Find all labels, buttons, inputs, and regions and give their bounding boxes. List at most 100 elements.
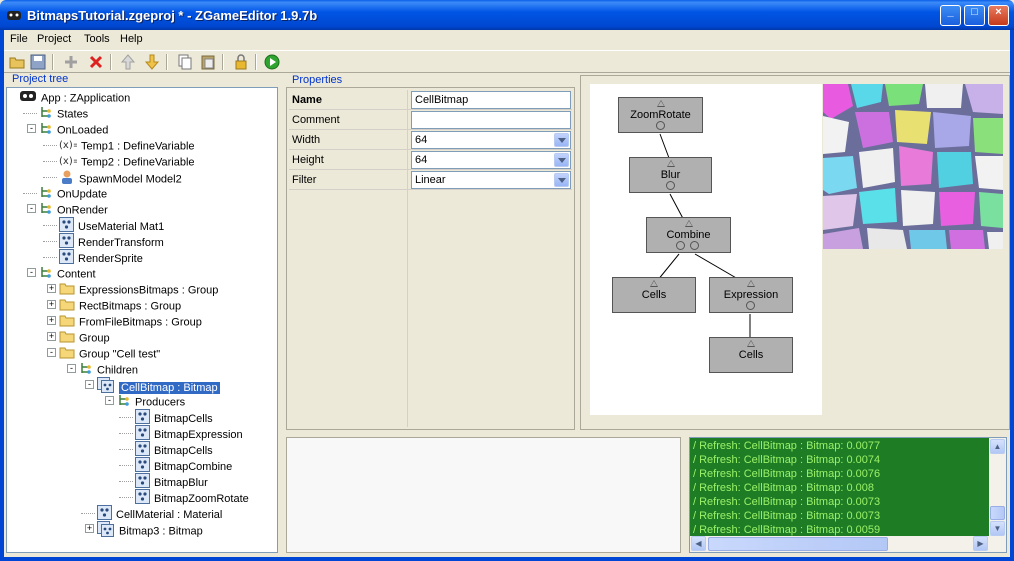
tree-item[interactable]: OnLoaded bbox=[39, 121, 108, 137]
property-name: Comment bbox=[292, 114, 340, 126]
minimize-button[interactable]: _ bbox=[940, 5, 961, 26]
tree-item[interactable]: BitmapExpression bbox=[135, 425, 243, 441]
input-port-icon bbox=[650, 280, 658, 287]
list-icon bbox=[39, 121, 53, 140]
collapse-icon[interactable]: - bbox=[27, 204, 36, 213]
property-name: Height bbox=[292, 154, 324, 166]
tree-item[interactable]: Bitmap3 : Bitmap bbox=[97, 521, 203, 538]
property-combo[interactable]: 64 bbox=[411, 131, 571, 149]
collapse-icon[interactable]: - bbox=[85, 380, 94, 389]
node-zoomrotate[interactable]: ZoomRotate bbox=[618, 97, 703, 133]
tree-item[interactable]: App : ZApplication bbox=[19, 89, 130, 105]
tree-item[interactable]: Children bbox=[79, 361, 138, 377]
add-icon[interactable] bbox=[62, 53, 80, 71]
close-button[interactable]: × bbox=[988, 5, 1009, 26]
tree-item[interactable]: BitmapBlur bbox=[135, 473, 208, 489]
property-row: Comment bbox=[289, 110, 572, 130]
run-icon[interactable] bbox=[263, 53, 281, 71]
scroll-right-button[interactable]: ▶ bbox=[973, 536, 988, 551]
title-bar[interactable]: BitmapsTutorial.zgeproj * - ZGameEditor … bbox=[0, 0, 1014, 30]
log-horizontal-scrollbar[interactable]: ◀ ▶ bbox=[690, 536, 1006, 552]
tree-item[interactable]: BitmapCells bbox=[135, 441, 213, 457]
tree-item[interactable]: UseMaterial Mat1 bbox=[59, 217, 164, 233]
input-port-icon bbox=[684, 220, 693, 227]
collapse-icon[interactable]: - bbox=[105, 396, 114, 405]
tree-item[interactable]: CellBitmap : Bitmap bbox=[97, 377, 220, 394]
chevron-down-icon[interactable] bbox=[554, 173, 569, 187]
menu-help[interactable]: Help bbox=[120, 33, 143, 45]
move-up-icon[interactable] bbox=[119, 53, 137, 71]
copy-icon[interactable] bbox=[176, 53, 194, 71]
node-cells-2[interactable]: Cells bbox=[709, 337, 793, 373]
property-row: Height 64 bbox=[289, 150, 572, 170]
node-expression[interactable]: Expression bbox=[709, 277, 793, 313]
tree-item[interactable]: RenderTransform bbox=[59, 233, 164, 249]
project-tree[interactable]: App : ZApplication States OnLoaded - (x)= Tem… bbox=[6, 87, 278, 553]
svg-text:(x)=: (x)= bbox=[59, 156, 77, 167]
log-panel[interactable]: ▲ ▼ ◀ ▶ / Refresh: CellBitmap : Bitmap: … bbox=[689, 437, 1007, 553]
property-combo[interactable]: Linear bbox=[411, 171, 571, 189]
save-icon[interactable] bbox=[29, 53, 47, 71]
property-input[interactable] bbox=[411, 111, 571, 129]
expand-icon[interactable]: + bbox=[47, 332, 56, 341]
property-combo[interactable]: 64 bbox=[411, 151, 571, 169]
scroll-left-button[interactable]: ◀ bbox=[691, 536, 706, 551]
tree-item[interactable]: RectBitmaps : Group bbox=[59, 297, 181, 313]
tree-item[interactable]: Group bbox=[59, 329, 110, 345]
expand-icon[interactable]: + bbox=[47, 300, 56, 309]
tree-item[interactable]: Producers bbox=[117, 393, 185, 409]
scroll-thumb[interactable] bbox=[708, 537, 888, 551]
tree-item[interactable]: FromFileBitmaps : Group bbox=[59, 313, 202, 329]
tree-item[interactable]: (x)= Temp1 : DefineVariable bbox=[59, 137, 195, 153]
scroll-down-button[interactable]: ▼ bbox=[990, 521, 1005, 536]
menu-file[interactable]: File bbox=[10, 33, 28, 45]
tree-item[interactable]: (x)= Temp2 : DefineVariable bbox=[59, 153, 195, 169]
tree-item[interactable]: CellMaterial : Material bbox=[97, 505, 222, 521]
property-input[interactable]: CellBitmap bbox=[411, 91, 571, 109]
tree-item[interactable]: RenderSprite bbox=[59, 249, 143, 265]
log-vertical-scrollbar[interactable]: ▲ ▼ bbox=[989, 438, 1006, 537]
chevron-down-icon[interactable] bbox=[554, 133, 569, 147]
collapse-icon[interactable]: - bbox=[27, 268, 36, 277]
tree-item-label: Children bbox=[97, 364, 138, 377]
tree-item-label: OnRender bbox=[57, 204, 108, 217]
tree-item[interactable]: BitmapCombine bbox=[135, 457, 232, 473]
tree-item[interactable]: Group "Cell test" bbox=[59, 345, 160, 361]
tree-item-label: OnLoaded bbox=[57, 124, 109, 137]
tree-item[interactable]: SpawnModel Model2 bbox=[59, 169, 182, 186]
tree-item[interactable]: BitmapCells bbox=[135, 409, 213, 425]
node-combine[interactable]: Combine bbox=[646, 217, 731, 253]
collapse-icon[interactable]: - bbox=[47, 348, 56, 357]
node-cells[interactable]: Cells bbox=[612, 277, 696, 313]
output-panel[interactable] bbox=[286, 437, 681, 553]
expand-icon[interactable]: + bbox=[85, 524, 94, 533]
move-down-icon[interactable] bbox=[143, 53, 161, 71]
log-line: / Refresh: CellBitmap : Bitmap: 0.0059 bbox=[693, 524, 881, 536]
tree-item[interactable]: ExpressionsBitmaps : Group bbox=[59, 281, 218, 297]
menu-project[interactable]: Project bbox=[37, 33, 71, 45]
node-blur[interactable]: Blur bbox=[629, 157, 712, 193]
tree-item-label: BitmapCells bbox=[154, 445, 213, 457]
list-icon bbox=[117, 393, 131, 412]
menu-tools[interactable]: Tools bbox=[84, 33, 110, 45]
collapse-icon[interactable]: - bbox=[67, 364, 76, 373]
tree-item[interactable]: OnUpdate bbox=[39, 185, 107, 201]
paste-icon[interactable] bbox=[199, 53, 217, 71]
output-port-icon bbox=[656, 121, 665, 130]
expand-icon[interactable]: + bbox=[47, 284, 56, 293]
expand-icon[interactable]: + bbox=[47, 316, 56, 325]
lock-icon[interactable] bbox=[232, 53, 250, 71]
delete-icon[interactable] bbox=[87, 53, 105, 71]
scroll-up-button[interactable]: ▲ bbox=[990, 439, 1005, 454]
scroll-thumb[interactable] bbox=[990, 506, 1005, 520]
tree-item[interactable]: Content bbox=[39, 265, 96, 281]
tree-item[interactable]: States bbox=[39, 105, 88, 121]
maximize-button[interactable]: □ bbox=[964, 5, 985, 26]
collapse-icon[interactable]: - bbox=[27, 124, 36, 133]
tree-item[interactable]: OnRender bbox=[39, 201, 108, 217]
chevron-down-icon[interactable] bbox=[554, 153, 569, 167]
tree-item[interactable]: BitmapZoomRotate bbox=[135, 489, 249, 505]
producer-graph[interactable]: ZoomRotate Blur Combine Cells Expression… bbox=[590, 84, 822, 415]
open-folder-icon[interactable] bbox=[8, 53, 26, 71]
window-frame-bottom bbox=[0, 557, 1014, 561]
